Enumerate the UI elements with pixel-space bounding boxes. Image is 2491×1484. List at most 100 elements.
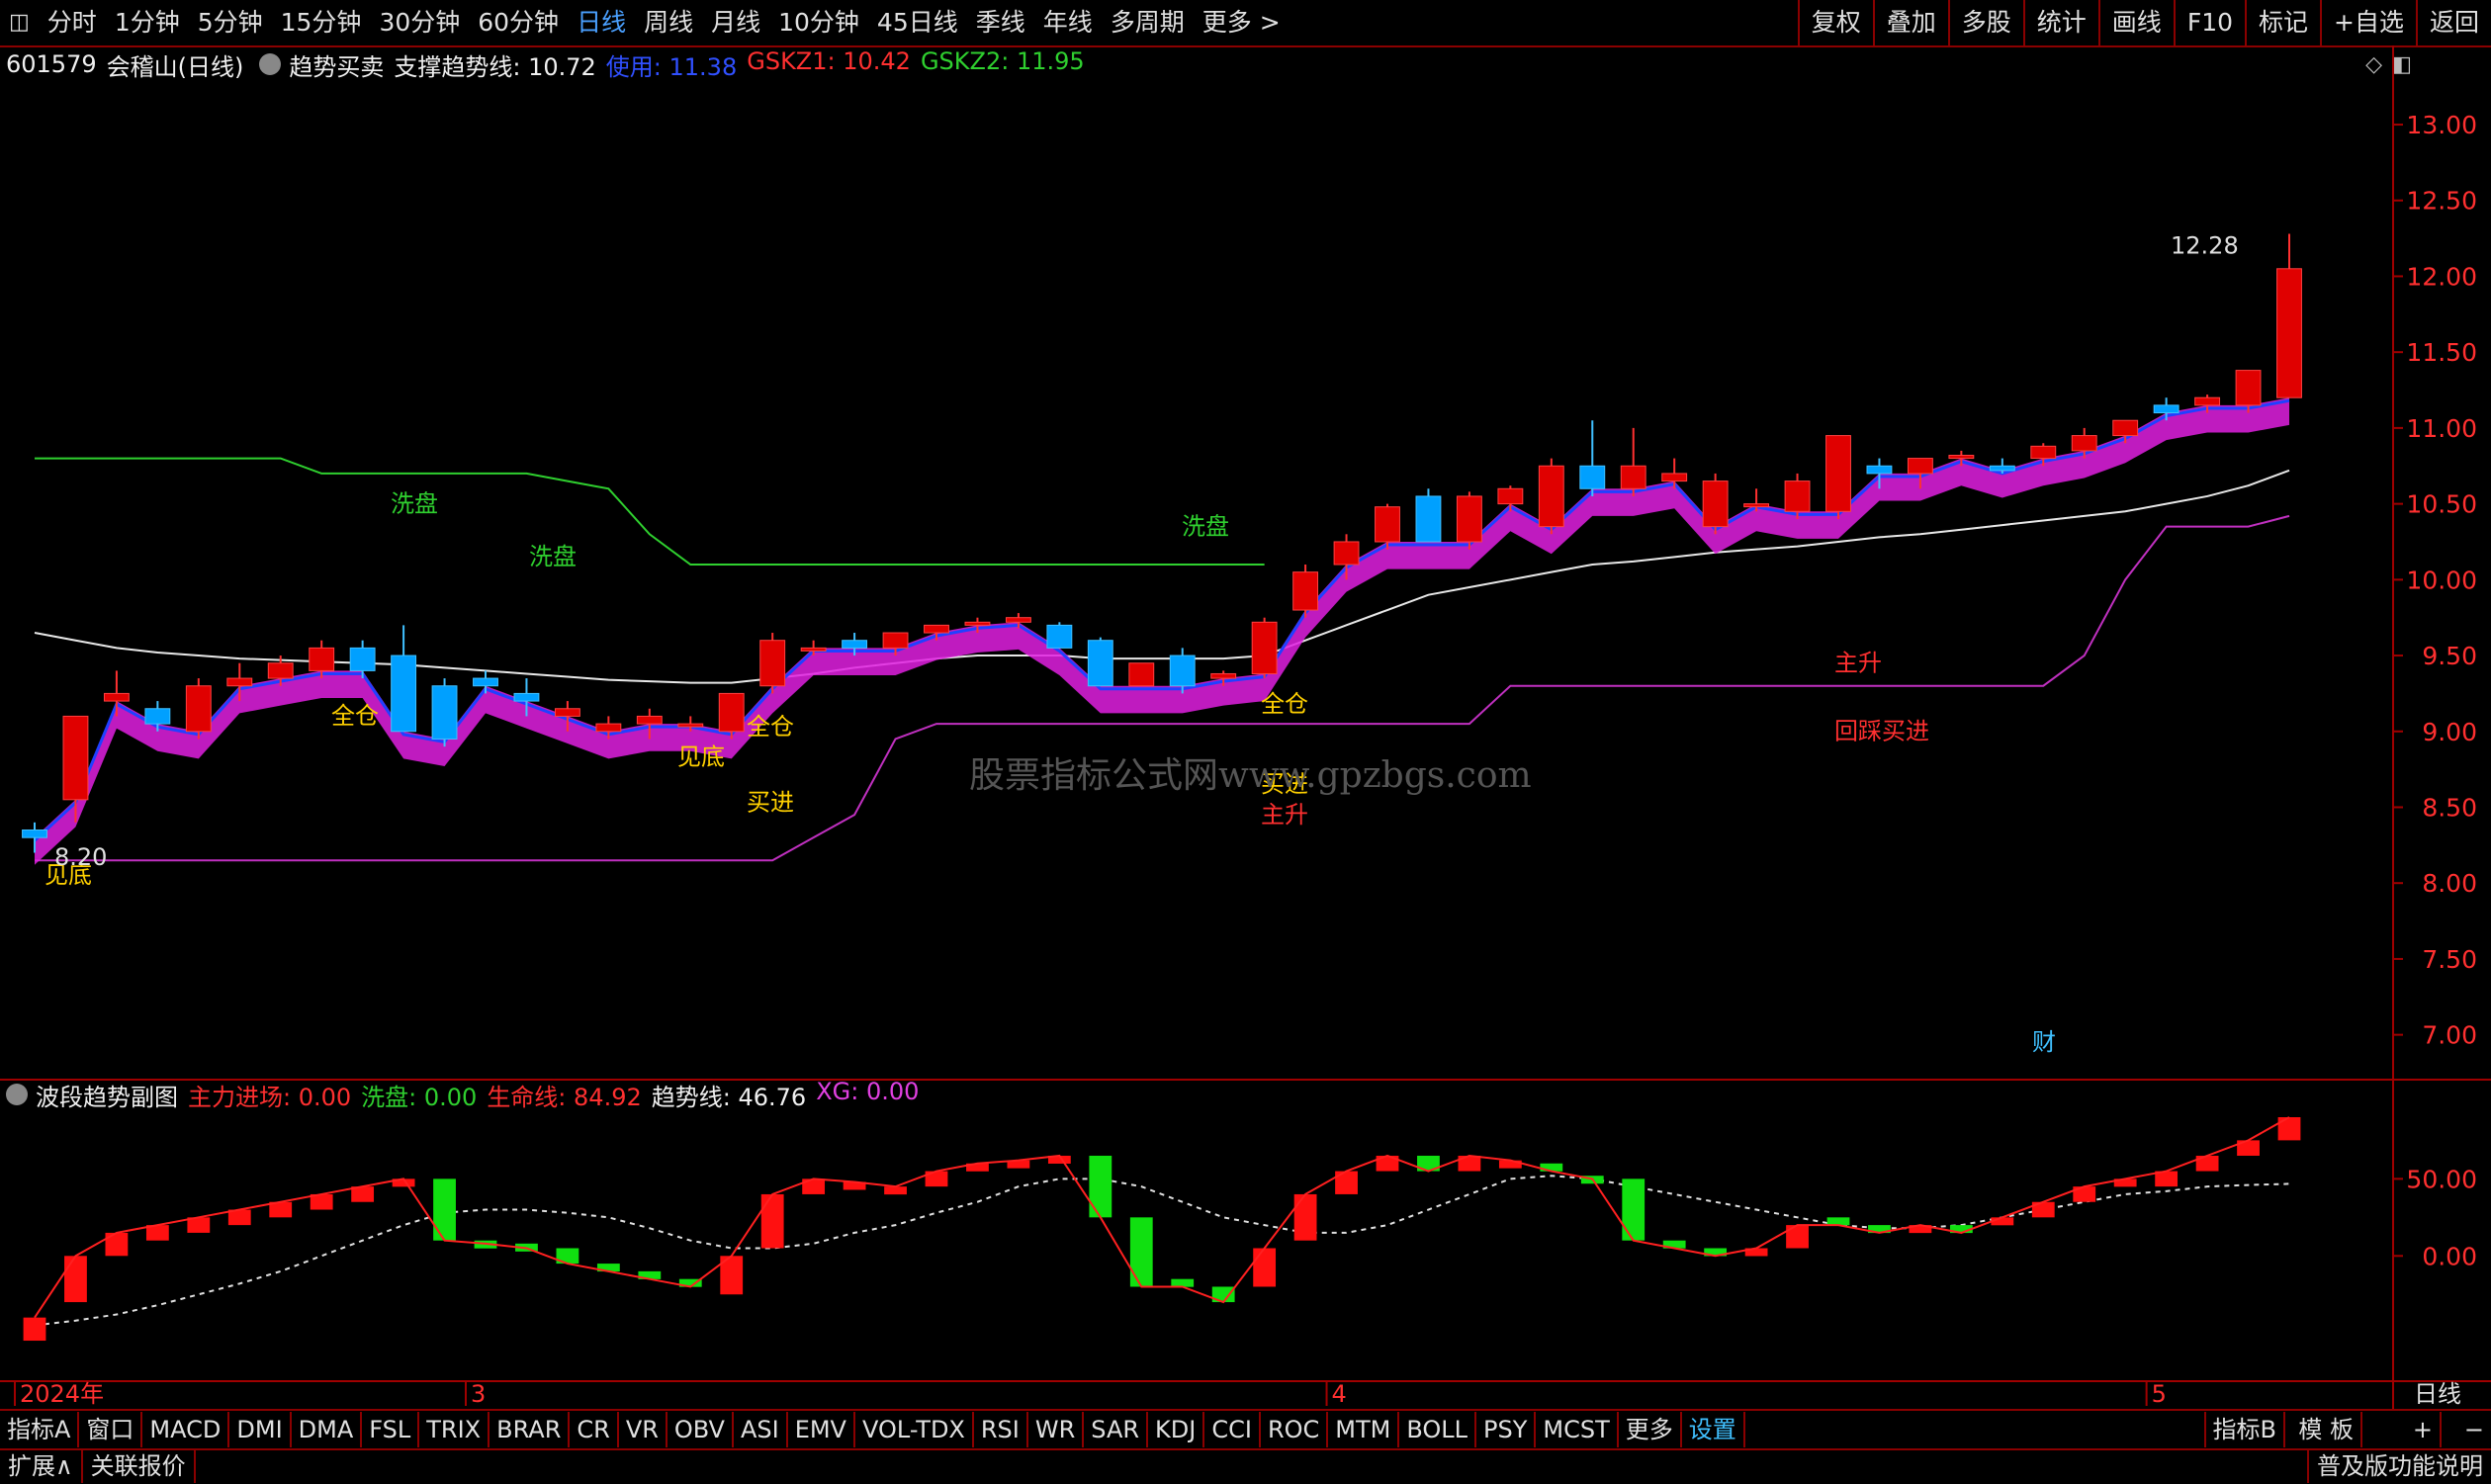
y-tick-label-0: 13.00	[2406, 111, 2477, 139]
toolbar-button-7[interactable]: +自选	[2320, 0, 2416, 45]
kline-chart[interactable]: 13.00 12.50 12.00 11.50 11.00 10.50 10.00 9.50 9…	[0, 45, 2491, 1409]
chart-label-8: 买进	[747, 789, 794, 817]
candle-38	[1579, 465, 1606, 489]
tab-emv[interactable]: EMV	[788, 1412, 855, 1447]
toolbar-button-1[interactable]: 叠加	[1872, 0, 1948, 45]
tab-kdj[interactable]: KDJ	[1148, 1412, 1205, 1447]
candle-3	[144, 708, 171, 725]
tab-template[interactable]: 模 板	[2291, 1412, 2362, 1447]
candle-31	[1292, 571, 1319, 611]
period-5[interactable]: 60分钟	[469, 0, 568, 45]
period-3[interactable]: 15分钟	[272, 0, 371, 45]
candle-45	[1866, 465, 1893, 475]
tab-window[interactable]: 窗口	[79, 1412, 143, 1447]
candle-11	[473, 677, 498, 687]
period-8[interactable]: 月线	[702, 0, 769, 45]
sub-bar-27	[1129, 1217, 1153, 1287]
candle-35	[1456, 495, 1482, 543]
candle-19	[800, 647, 827, 652]
chart-label-0: 洗盘	[391, 489, 438, 517]
right-toolbar: 复权 叠加 多股 统计 画线 F10 标记 +自选 返回	[1797, 0, 2491, 45]
y-tick-label-3: 11.50	[2406, 338, 2477, 367]
period-label: 日线	[2414, 1380, 2461, 1408]
tab-psy[interactable]: PSY	[1476, 1412, 1537, 1447]
tab-cci[interactable]: CCI	[1204, 1412, 1261, 1447]
expand-button[interactable]: 扩展∧	[0, 1449, 83, 1483]
tab-vr[interactable]: VR	[619, 1412, 667, 1447]
tab-wr[interactable]: WR	[1028, 1412, 1085, 1447]
tab-dmi[interactable]: DMI	[229, 1412, 292, 1447]
tab-settings[interactable]: 设置	[1682, 1412, 1745, 1447]
x-tick-label-0: 2024年	[20, 1380, 104, 1408]
zoom-out-button[interactable]: −	[2457, 1412, 2491, 1447]
version-info[interactable]: 普及版功能说明	[2307, 1449, 2491, 1483]
toolbar-button-2[interactable]: 多股	[1947, 0, 2023, 45]
candle-40	[1661, 473, 1688, 482]
tab-mtm[interactable]: MTM	[1328, 1412, 1400, 1447]
tab-vol-tdx[interactable]: VOL-TDX	[855, 1412, 974, 1447]
sub-bar-10	[433, 1178, 456, 1241]
chart-label-14: 8.20	[54, 843, 107, 871]
status-bar: 扩展∧ 关联报价 普及版功能说明	[0, 1448, 2491, 1484]
y-tick-label-8: 9.00	[2422, 718, 2477, 746]
toolbar-button-4[interactable]: 画线	[2097, 0, 2174, 45]
candle-14	[595, 723, 622, 733]
layout-icon[interactable]: ◫	[0, 0, 39, 45]
zoom-in-button[interactable]: +	[2406, 1412, 2442, 1447]
x-tick-label-3: 5	[2152, 1380, 2167, 1408]
period-toolbar: ◫ 分时 1分钟 5分钟 15分钟 30分钟 60分钟 日线 周线 月线 10分钟 45日线 季线 年线…	[0, 0, 2491, 47]
toolbar-button-8[interactable]: 返回	[2415, 0, 2491, 45]
candle-15	[636, 715, 663, 725]
tab-boll[interactable]: BOLL	[1399, 1412, 1477, 1447]
upper-band-line	[35, 457, 1265, 566]
period-13[interactable]: 多周期	[1102, 0, 1194, 45]
candle-54	[2235, 370, 2262, 406]
period-12[interactable]: 年线	[1034, 0, 1102, 45]
tab-trix[interactable]: TRIX	[419, 1412, 490, 1447]
chart-label-10: 主升	[1261, 801, 1308, 829]
tab-brar[interactable]: BRAR	[489, 1412, 571, 1447]
tab-cr[interactable]: CR	[570, 1412, 619, 1447]
period-2[interactable]: 5分钟	[189, 0, 272, 45]
toolbar-button-0[interactable]: 复权	[1797, 0, 1873, 45]
related-quotes-button[interactable]: 关联报价	[83, 1449, 196, 1483]
candle-42	[1743, 503, 1770, 508]
tab-indicator-a[interactable]: 指标A	[0, 1412, 80, 1447]
y-tick-label-2: 12.00	[2406, 262, 2477, 291]
tab-更多[interactable]: 更多	[1619, 1412, 1682, 1447]
period-9[interactable]: 10分钟	[769, 0, 868, 45]
chart-label-11: 主升	[1834, 649, 1882, 676]
toolbar-button-3[interactable]: 统计	[2022, 0, 2098, 45]
chart-label-15: 财	[2032, 1028, 2056, 1056]
toolbar-button-6[interactable]: 标记	[2245, 0, 2320, 45]
tab-fsl[interactable]: FSL	[362, 1412, 420, 1447]
period-0[interactable]: 分时	[39, 0, 106, 45]
candle-16	[677, 723, 704, 728]
tab-macd[interactable]: MACD	[142, 1412, 230, 1447]
tab-mcst[interactable]: MCST	[1536, 1412, 1619, 1447]
candle-51	[2112, 419, 2139, 437]
period-11[interactable]: 季线	[967, 0, 1034, 45]
tab-sar[interactable]: SAR	[1084, 1412, 1149, 1447]
toolbar-button-5[interactable]: F10	[2173, 0, 2245, 45]
tab-rsi[interactable]: RSI	[974, 1412, 1028, 1447]
candle-43	[1784, 480, 1811, 512]
candle-7	[309, 647, 335, 671]
period-7[interactable]: 周线	[635, 0, 702, 45]
tab-obv[interactable]: OBV	[667, 1412, 734, 1447]
period-14[interactable]: 更多 >	[1194, 0, 1290, 45]
tab-dma[interactable]: DMA	[292, 1412, 363, 1447]
candle-26	[1087, 640, 1113, 687]
tab-indicator-b[interactable]: 指标B	[2203, 1412, 2285, 1447]
period-10[interactable]: 45日线	[868, 0, 967, 45]
period-6[interactable]: 日线	[568, 0, 635, 45]
candle-28	[1169, 655, 1196, 687]
candle-21	[882, 632, 909, 649]
period-4[interactable]: 30分钟	[370, 0, 469, 45]
sub-bar-39	[1622, 1178, 1646, 1241]
y-tick-label-4: 11.00	[2406, 414, 2477, 443]
tab-asi[interactable]: ASI	[734, 1412, 788, 1447]
tab-roc[interactable]: ROC	[1261, 1412, 1329, 1447]
candle-47	[1948, 455, 1975, 460]
period-1[interactable]: 1分钟	[106, 0, 189, 45]
